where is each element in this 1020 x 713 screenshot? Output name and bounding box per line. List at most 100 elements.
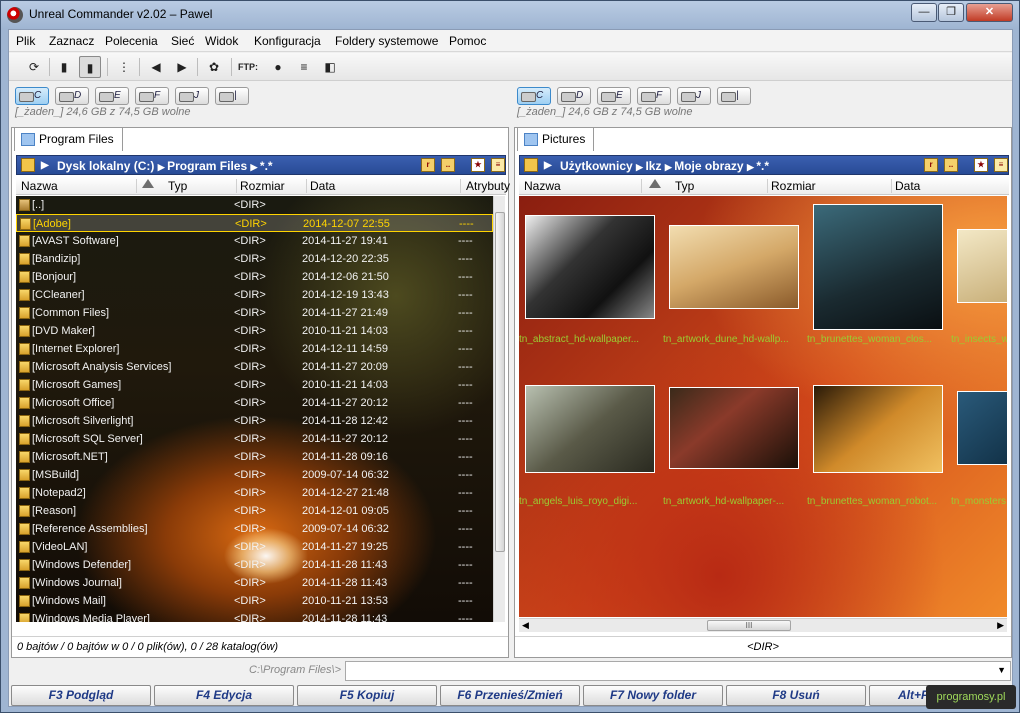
- thumbnail-image[interactable]: [525, 385, 655, 473]
- drive-d-button[interactable]: D: [55, 87, 89, 105]
- forward-icon[interactable]: ▶: [171, 56, 193, 78]
- table-row[interactable]: [Microsoft Games] <DIR> 2010-11-21 14:03 --…: [16, 376, 493, 394]
- menu-widok[interactable]: Widok: [205, 34, 238, 48]
- thumbnail-image[interactable]: [669, 225, 799, 309]
- table-row[interactable]: [Internet Explorer] <DIR> 2014-12-11 14:59…: [16, 340, 493, 358]
- thumbnail-image[interactable]: [957, 229, 1007, 303]
- refresh-icon[interactable]: ⟳: [23, 56, 45, 78]
- network-drive-button[interactable]: |: [717, 87, 751, 105]
- table-row[interactable]: [Bonjour] <DIR> 2014-12-06 21:50 ----: [16, 268, 493, 286]
- tab-pictures[interactable]: Pictures: [517, 127, 595, 151]
- brief-view-icon[interactable]: ▮: [53, 56, 75, 78]
- close-button[interactable]: ✕: [966, 3, 1013, 22]
- minimize-button[interactable]: —: [911, 3, 937, 22]
- history-icon[interactable]: ≡: [491, 158, 505, 172]
- table-row[interactable]: [Microsoft.NET] <DIR> 2014-11-28 09:16 ----: [16, 448, 493, 466]
- tree-view-icon[interactable]: ⋮: [113, 56, 135, 78]
- up-dir-icon[interactable]: ..: [441, 158, 455, 172]
- drive-f-button[interactable]: F: [637, 87, 671, 105]
- full-view-icon[interactable]: ▮: [79, 56, 101, 78]
- table-row[interactable]: [VideoLAN] <DIR> 2014-11-27 19:25 ----: [16, 538, 493, 556]
- drive-j-button[interactable]: J: [677, 87, 711, 105]
- left-scrollbar[interactable]: [493, 196, 505, 622]
- table-row[interactable]: [Windows Media Player] <DIR> 2014-11-28 11…: [16, 610, 493, 622]
- path-segment[interactable]: Użytkownicy: [560, 159, 633, 173]
- drive-f-button[interactable]: F: [135, 87, 169, 105]
- maximize-button[interactable]: ❐: [938, 3, 964, 22]
- drive-d-button[interactable]: D: [557, 87, 591, 105]
- command-input[interactable]: ▼: [345, 661, 1011, 681]
- col-type[interactable]: Typ: [675, 179, 694, 193]
- table-row[interactable]: [DVD Maker] <DIR> 2010-11-21 14:03 ----: [16, 322, 493, 340]
- col-name[interactable]: Nazwa: [21, 179, 58, 193]
- history-icon[interactable]: ≡: [994, 158, 1008, 172]
- dropdown-arrow-icon[interactable]: ▼: [997, 665, 1006, 675]
- f8-delete-button[interactable]: F8 Usuń: [726, 685, 866, 706]
- table-row[interactable]: [Common Files] <DIR> 2014-11-27 21:49 ----: [16, 304, 493, 322]
- thumbnail-image[interactable]: [813, 385, 943, 473]
- parent-dir-row[interactable]: [..] <DIR>: [16, 196, 493, 214]
- table-row[interactable]: [Windows Mail] <DIR> 2010-11-21 13:53 ----: [16, 592, 493, 610]
- thumbnail-image[interactable]: [525, 215, 655, 319]
- col-date[interactable]: Data: [895, 179, 920, 193]
- path-segment[interactable]: Moje obrazy: [674, 159, 743, 173]
- ftp-new-icon[interactable]: ≡: [293, 56, 315, 78]
- back-icon[interactable]: ◀: [145, 56, 167, 78]
- drive-e-button[interactable]: E: [597, 87, 631, 105]
- right-h-scrollbar[interactable]: ◀ III ▶: [519, 618, 1007, 632]
- col-attributes[interactable]: Atrybuty: [466, 179, 510, 193]
- ftp-connect-icon[interactable]: ●: [267, 56, 289, 78]
- path-filter[interactable]: *.*: [260, 159, 273, 173]
- menu-zaznacz[interactable]: Zaznacz: [49, 34, 94, 48]
- scroll-thumb[interactable]: III: [707, 620, 791, 631]
- col-date[interactable]: Data: [310, 179, 335, 193]
- table-row[interactable]: [Windows Journal] <DIR> 2014-11-28 11:43 --…: [16, 574, 493, 592]
- menu-siec[interactable]: Sieć: [171, 34, 194, 48]
- col-name[interactable]: Nazwa: [524, 179, 561, 193]
- table-row[interactable]: [Microsoft Analysis Services] <DIR> 2014-1…: [16, 358, 493, 376]
- f4-edit-button[interactable]: F4 Edycja: [154, 685, 294, 706]
- table-row[interactable]: [Reference Assemblies] <DIR> 2009-07-14 06…: [16, 520, 493, 538]
- f5-copy-button[interactable]: F5 Kopiuj: [297, 685, 437, 706]
- scroll-thumb[interactable]: [495, 212, 505, 552]
- drive-e-button[interactable]: E: [95, 87, 129, 105]
- thumbnail-image[interactable]: [669, 387, 799, 469]
- left-path-bar[interactable]: ▶ Dysk lokalny (C:) ▶ Program Files ▶ *.…: [16, 155, 506, 175]
- thumbnail-image[interactable]: [813, 204, 943, 330]
- menu-plik[interactable]: Plik: [16, 34, 35, 48]
- table-row[interactable]: [Windows Defender] <DIR> 2014-11-28 11:43 -…: [16, 556, 493, 574]
- root-icon[interactable]: r: [924, 158, 938, 172]
- thumbnail-image[interactable]: [957, 391, 1007, 465]
- col-size[interactable]: Rozmiar: [240, 179, 285, 193]
- root-icon[interactable]: r: [421, 158, 435, 172]
- pack-icon[interactable]: ✿: [203, 56, 225, 78]
- favorites-icon[interactable]: ★: [974, 158, 988, 172]
- drive-c-button[interactable]: C: [517, 87, 551, 105]
- table-row[interactable]: [Microsoft Office] <DIR> 2014-11-27 20:12 -…: [16, 394, 493, 412]
- tab-program-files[interactable]: Program Files: [14, 127, 123, 151]
- col-type[interactable]: Typ: [168, 179, 187, 193]
- drive-c-button[interactable]: C: [15, 87, 49, 105]
- path-filter[interactable]: *.*: [756, 159, 769, 173]
- col-size[interactable]: Rozmiar: [771, 179, 816, 193]
- favorites-icon[interactable]: ★: [471, 158, 485, 172]
- table-row[interactable]: [MSBuild] <DIR> 2009-07-14 06:32 ----: [16, 466, 493, 484]
- ftp-disconnect-icon[interactable]: ◧: [319, 56, 341, 78]
- table-row[interactable]: [Notepad2] <DIR> 2014-12-27 21:48 ----: [16, 484, 493, 502]
- path-segment[interactable]: Dysk lokalny (C:): [57, 159, 154, 173]
- scroll-right-icon[interactable]: ▶: [997, 620, 1004, 631]
- table-row[interactable]: [CCleaner] <DIR> 2014-12-19 13:43 ----: [16, 286, 493, 304]
- f3-view-button[interactable]: F3 Podgląd: [11, 685, 151, 706]
- drive-j-button[interactable]: J: [175, 87, 209, 105]
- up-dir-icon[interactable]: ..: [944, 158, 958, 172]
- menu-foldery-systemowe[interactable]: Foldery systemowe: [335, 34, 438, 48]
- path-segment[interactable]: Ikz: [645, 159, 661, 173]
- menu-konfiguracja[interactable]: Konfiguracja: [254, 34, 321, 48]
- network-drive-button[interactable]: |: [215, 87, 249, 105]
- table-row[interactable]: [Microsoft Silverlight] <DIR> 2014-11-28 1…: [16, 412, 493, 430]
- scroll-left-icon[interactable]: ◀: [522, 620, 529, 631]
- menu-pomoc[interactable]: Pomoc: [449, 34, 486, 48]
- table-row[interactable]: [Reason] <DIR> 2014-12-01 09:05 ----: [16, 502, 493, 520]
- table-row[interactable]: [AVAST Software] <DIR> 2014-11-27 19:41 ---…: [16, 232, 493, 250]
- f6-move-button[interactable]: F6 Przenieś/Zmień: [440, 685, 580, 706]
